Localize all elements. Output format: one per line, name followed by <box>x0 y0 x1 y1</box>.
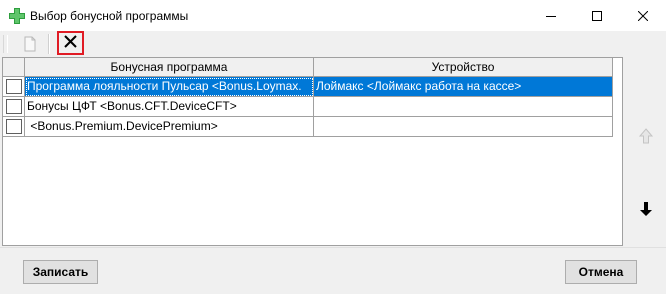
cancel-button[interactable]: Отмена <box>565 260 637 284</box>
dialog-window: Выбор бонусной программы Бонусная програ… <box>0 0 666 294</box>
arrow-down-icon[interactable] <box>637 200 655 218</box>
table-row[interactable]: <Bonus.Premium.DevicePremium> <box>3 117 622 137</box>
toolbar-grip[interactable] <box>3 35 8 53</box>
maximize-icon <box>592 10 602 21</box>
toolbar <box>0 31 666 57</box>
row-indicator[interactable] <box>3 77 25 97</box>
delete-x-icon <box>64 35 77 51</box>
green-cross-plus-icon <box>9 8 25 24</box>
window-title: Выбор бонусной программы <box>30 9 189 23</box>
row-checkbox[interactable] <box>6 119 22 134</box>
bonus-program-grid[interactable]: Бонусная программа Устройство Программа … <box>2 57 623 246</box>
row-checkbox[interactable] <box>6 99 22 114</box>
title-bar[interactable]: Выбор бонусной программы <box>0 0 666 31</box>
column-header-program[interactable]: Бонусная программа <box>25 58 314 77</box>
arrow-up-icon[interactable] <box>637 127 655 145</box>
new-document-icon[interactable] <box>21 35 39 53</box>
reorder-panel <box>625 57 666 246</box>
save-button[interactable]: Записать <box>23 260 98 284</box>
cell-device[interactable] <box>314 97 613 117</box>
cell-program[interactable]: Бонусы ЦФТ <Bonus.CFT.DeviceCFT> <box>25 97 314 117</box>
delete-button[interactable] <box>57 31 84 55</box>
cell-program[interactable]: <Bonus.Premium.DevicePremium> <box>25 117 314 137</box>
maximize-button[interactable] <box>574 0 620 31</box>
toolbar-separator <box>48 34 50 54</box>
row-checkbox[interactable] <box>6 79 22 94</box>
row-indicator[interactable] <box>3 97 25 117</box>
column-header-device[interactable]: Устройство <box>314 58 613 77</box>
table-row[interactable]: Бонусы ЦФТ <Bonus.CFT.DeviceCFT> <box>3 97 622 117</box>
row-indicator[interactable] <box>3 117 25 137</box>
table-row[interactable]: Программа лояльности Пульсар <Bonus.Loym… <box>3 77 622 97</box>
footer-bar: Записать Отмена <box>0 247 666 294</box>
cell-device[interactable]: Лоймакс <Лоймакс работа на кассе> <box>314 77 613 97</box>
minimize-button[interactable] <box>528 0 574 31</box>
cell-device[interactable] <box>314 117 613 137</box>
minimize-icon <box>546 11 556 21</box>
grid-header: Бонусная программа Устройство <box>3 58 622 78</box>
close-button[interactable] <box>620 0 666 31</box>
header-indicator-cell <box>3 58 25 77</box>
close-icon <box>638 10 648 21</box>
cell-program[interactable]: Программа лояльности Пульсар <Bonus.Loym… <box>25 77 314 97</box>
